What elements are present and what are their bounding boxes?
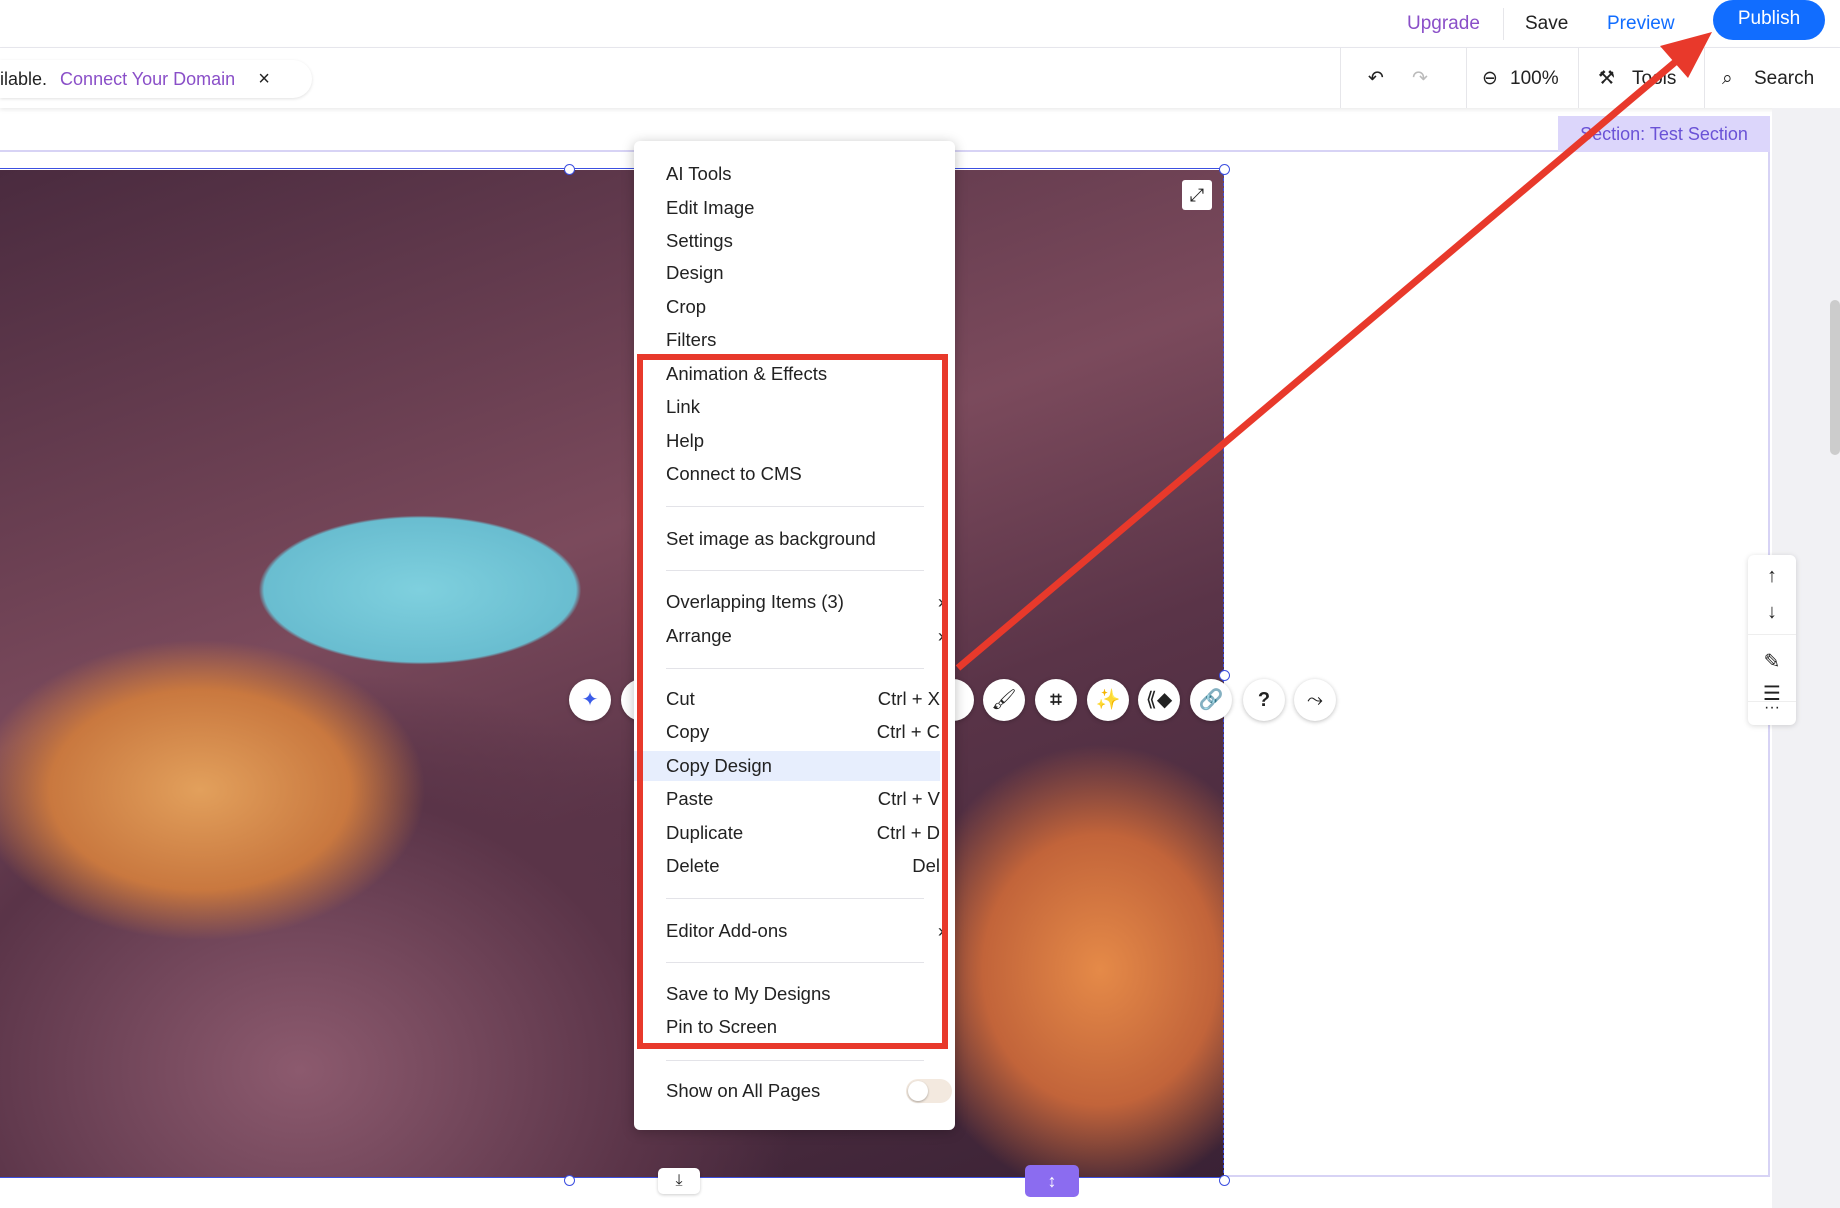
move-up-icon[interactable]: ↑ xyxy=(1748,565,1796,588)
divider xyxy=(1748,634,1796,635)
more-icon[interactable]: ··· xyxy=(1748,699,1796,717)
annotation-arrow xyxy=(955,32,1712,671)
move-down-icon[interactable]: ↓ xyxy=(1748,601,1796,624)
pencil-icon[interactable]: ✎ xyxy=(1748,649,1796,674)
right-quick-toolbar: ↑ ↓ ✎ ☰ ··· xyxy=(1748,555,1796,725)
